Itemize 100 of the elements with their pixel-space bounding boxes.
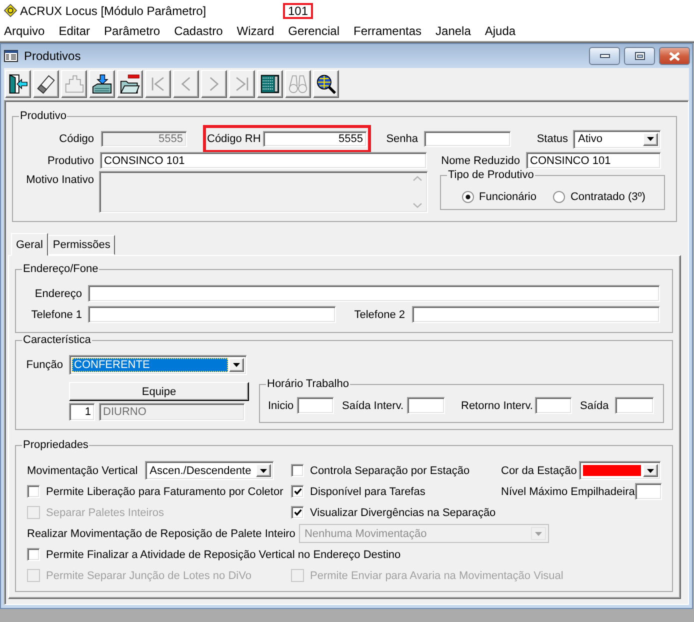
radio-label[interactable]: Contratado (3º) xyxy=(570,191,646,203)
door-arrow-icon xyxy=(8,74,28,94)
highlighted-number: 101 xyxy=(283,2,314,18)
checkbox[interactable] xyxy=(27,485,40,498)
time-field[interactable] xyxy=(297,397,334,414)
nivel-field[interactable] xyxy=(634,483,662,500)
field-label: Código xyxy=(59,133,94,145)
field-label: Função xyxy=(26,359,63,371)
chevron-down-icon xyxy=(413,203,422,208)
tab[interactable]: Permissões xyxy=(48,235,116,255)
minimize-button[interactable] xyxy=(589,47,620,65)
field-label: Saída Interv. xyxy=(342,400,404,412)
menu-item[interactable]: Cadastro xyxy=(167,24,230,38)
menu-item[interactable]: Wizard xyxy=(230,24,282,38)
tray-arrow-icon xyxy=(92,74,112,94)
group-title: Tipo de Produtivo xyxy=(447,169,535,182)
eraser-icon xyxy=(36,74,56,94)
diamond-icon xyxy=(4,4,17,17)
checkbox-label[interactable]: Controla Separação por Estação xyxy=(310,464,470,476)
field-label: Telefone 2 xyxy=(354,308,405,320)
time-field[interactable] xyxy=(615,397,654,414)
checkmark-icon xyxy=(294,509,302,516)
app-title: ACRUX Locus [Módulo Parâmetro] xyxy=(20,4,206,18)
menu-item[interactable]: Gerencial xyxy=(281,24,346,38)
folder-minus-icon xyxy=(120,74,140,94)
status-select[interactable]: Ativo xyxy=(573,130,661,148)
movimentacao-select[interactable]: Ascen./Descendente xyxy=(144,461,274,480)
group-title: Propriedades xyxy=(22,439,90,452)
toolbar-button[interactable] xyxy=(33,70,59,98)
time-field[interactable] xyxy=(407,397,445,414)
table-icon xyxy=(260,74,280,94)
field-label: Motivo Inativo xyxy=(26,174,94,186)
caret-icon xyxy=(531,527,546,540)
binoculars-icon xyxy=(288,74,308,94)
checkbox[interactable] xyxy=(291,506,304,519)
color-select[interactable] xyxy=(579,461,661,480)
checkbox[interactable] xyxy=(291,485,304,498)
checkbox[interactable] xyxy=(27,548,40,561)
minimize-icon xyxy=(600,54,610,58)
toolbar-button[interactable] xyxy=(5,70,31,98)
endereco-field[interactable] xyxy=(88,285,660,302)
checkbox-label[interactable]: Disponível para Tarefas xyxy=(310,486,426,498)
group-title: Horário Trabalho xyxy=(266,378,350,391)
toolbar-button[interactable] xyxy=(313,70,339,98)
menu-item[interactable]: Ajuda xyxy=(478,24,523,38)
globe-magnifier-icon xyxy=(316,74,336,94)
field-label: Saída xyxy=(580,400,609,412)
toolbar-button[interactable] xyxy=(257,70,283,98)
menu-item[interactable]: Arquivo xyxy=(0,24,52,38)
tab[interactable]: Geral xyxy=(11,233,48,256)
radio-button[interactable] xyxy=(462,191,474,203)
field-label: Retorno Interv. xyxy=(461,400,533,412)
group-title: Característica xyxy=(22,334,92,347)
caret-icon xyxy=(643,464,658,477)
radio-label[interactable]: Funcionário xyxy=(479,191,536,203)
senha-field[interactable] xyxy=(424,131,511,147)
caret-icon xyxy=(643,132,658,146)
window-title: Produtivos xyxy=(24,49,81,63)
field-label: Cor da Estação xyxy=(501,464,577,476)
menu-item[interactable]: Parâmetro xyxy=(97,24,168,38)
telefone-field[interactable] xyxy=(412,306,660,323)
checkbox-label[interactable]: Permite Liberação para Faturamento por Coletor xyxy=(46,486,284,498)
field-label: Realizar Movimentação de Reposição de Palete Inteiro xyxy=(27,528,296,540)
field-label: Senha xyxy=(386,133,418,145)
close-icon xyxy=(669,52,680,60)
equipe-name-field: DIURNO xyxy=(99,403,245,421)
telefone-field[interactable] xyxy=(88,306,336,323)
equipe-code-field[interactable]: 1 xyxy=(69,403,95,421)
group-title: Produtivo xyxy=(19,110,68,123)
field-label: Nome Reduzido xyxy=(441,154,520,166)
nome-reduzido-field[interactable]: CONSINCO 101 xyxy=(526,152,661,169)
field-label: Inicio xyxy=(268,400,294,412)
maximize-button[interactable] xyxy=(624,47,655,65)
puzzle-icon xyxy=(64,74,84,94)
equipe-button[interactable]: Equipe xyxy=(69,382,249,401)
checkbox[interactable] xyxy=(291,464,304,477)
caret-icon xyxy=(229,358,244,372)
checkmark-icon xyxy=(294,488,302,495)
menu-item[interactable]: Editar xyxy=(52,24,98,38)
group-title: Endereço/Fone xyxy=(22,263,100,276)
field-label: Status xyxy=(536,133,568,145)
toolbar-button[interactable] xyxy=(117,70,143,98)
radio-button[interactable] xyxy=(553,191,566,203)
toolbar-button[interactable] xyxy=(89,70,115,98)
chevron-up-icon xyxy=(413,176,422,181)
field-label: Telefone 1 xyxy=(31,308,82,320)
checkbox-label[interactable]: Permite Finalizar a Atividade de Reposição Vertical no Endereço Destino xyxy=(46,548,401,560)
funcao-select[interactable]: CONFERENTE xyxy=(69,355,247,375)
field-label: Endereço xyxy=(34,288,82,300)
field-label: Produtivo xyxy=(48,154,94,166)
produtivo-field[interactable]: CONSINCO 101 xyxy=(100,152,427,169)
codigo-rh-field[interactable]: 5555 xyxy=(263,131,367,147)
menu-item[interactable]: Ferramentas xyxy=(346,24,429,38)
menu-item[interactable]: Janela xyxy=(428,24,478,38)
maximize-icon xyxy=(634,52,644,60)
field-label: Nível Máximo Empilhadeira xyxy=(501,486,635,498)
close-button[interactable] xyxy=(659,47,690,65)
field-label: Movimentação Vertical xyxy=(27,464,138,476)
time-field[interactable] xyxy=(535,397,572,414)
checkbox-label[interactable]: Visualizar Divergências na Separação xyxy=(310,506,496,518)
